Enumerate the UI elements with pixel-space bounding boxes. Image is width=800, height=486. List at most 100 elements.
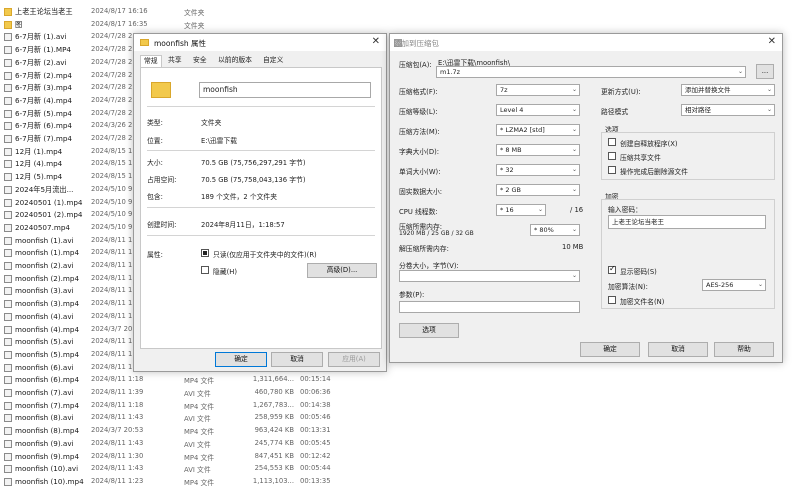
file-date: 2024/8/11 1 (91, 337, 133, 346)
list-item[interactable]: moonfish (9).mp4 2024/8/11 1:30 MP4 文件 847,… (0, 451, 340, 464)
close-icon[interactable]: ✕ (372, 36, 380, 47)
level-value: Level 4 (500, 106, 524, 114)
archive-titlebar[interactable]: 添加到压缩包 ✕ (390, 34, 782, 51)
path-mode-select[interactable]: 相对路径 ⌄ (681, 104, 775, 116)
browse-button[interactable]: ... (756, 64, 774, 79)
tab-security[interactable]: 安全 (190, 55, 210, 67)
split-size-select[interactable]: ⌄ (399, 270, 580, 282)
encrypt-names-checkbox[interactable] (608, 296, 616, 304)
file-date: 2024/8/11 1 (91, 248, 133, 257)
properties-title: moonfish 属性 (154, 39, 207, 48)
file-date: 2024/7/28 2 (91, 45, 133, 54)
word-size-select[interactable]: * 32 ⌄ (496, 164, 580, 176)
ok-button[interactable]: 确定 (215, 352, 267, 367)
folder-name-input[interactable]: moonfish (199, 82, 371, 98)
update-mode-value: 添加并替换文件 (685, 86, 731, 94)
list-item[interactable]: moonfish (7).avi 2024/8/11 1:39 AVI 文件 460,… (0, 387, 340, 400)
tab-sharing[interactable]: 共享 (165, 55, 185, 67)
close-icon[interactable]: ✕ (768, 36, 776, 47)
list-item[interactable]: moonfish (10).avi 2024/8/11 1:43 AVI 文件 254… (0, 463, 340, 476)
file-icon (4, 135, 12, 143)
archive-name-input[interactable]: m1.7z ⌄ (436, 66, 746, 78)
divider (147, 150, 375, 151)
readonly-label: 只读(仅应用于文件夹中的文件)(R) (213, 251, 317, 259)
file-date: 2024/7/28 2 (91, 108, 133, 117)
file-duration: 00:14:38 (300, 400, 331, 409)
file-icon (4, 211, 12, 220)
delete-after-checkbox[interactable] (608, 166, 616, 174)
encrypt-names-label: 加密文件名(N) (620, 298, 665, 306)
method-select[interactable]: * LZMA2 [std] ⌄ (496, 124, 580, 136)
file-date: 2024/8/11 1:30 (91, 451, 144, 460)
list-item[interactable]: moonfish (8).mp4 2024/3/7 20:53 MP4 文件 963,… (0, 425, 340, 438)
file-icon (4, 160, 12, 169)
list-item[interactable]: 图 2024/8/17 16:35 文件夹 (0, 19, 340, 32)
file-duration: 00:12:42 (300, 451, 331, 460)
list-item[interactable]: moonfish (8).avi 2024/8/11 1:43 AVI 文件 258,… (0, 412, 340, 425)
file-date: 2024/8/11 1 (91, 299, 133, 308)
file-icon (4, 338, 12, 347)
file-duration: 00:06:36 (300, 388, 331, 396)
file-date: 2024/7/28 2 (91, 95, 133, 104)
create-sfx-checkbox[interactable] (608, 138, 616, 146)
level-select[interactable]: Level 4 ⌄ (496, 104, 580, 116)
memory-percent-select[interactable]: * 80% ⌄ (530, 224, 580, 236)
file-name: 上老王论坛当老王 (15, 7, 73, 16)
file-date: 2024/8/11 1:43 (91, 438, 144, 447)
file-name: 图 (15, 19, 23, 29)
tab-previous-versions[interactable]: 以前的版本 (215, 55, 255, 67)
tab-customize[interactable]: 自定义 (260, 55, 286, 67)
word-size-label: 单词大小(W): (399, 168, 441, 176)
file-name: 6-7月新 (3).mp4 (15, 83, 73, 93)
file-icon (4, 249, 12, 258)
file-icon (4, 274, 12, 283)
list-item[interactable]: moonfish (7).mp4 2024/8/11 1:18 MP4 文件 1,26… (0, 400, 340, 413)
file-date: 2024/8/15 1 (91, 159, 133, 168)
list-item[interactable]: moonfish (9).avi 2024/8/11 1:43 AVI 文件 245,… (0, 438, 340, 451)
show-password-checkbox[interactable] (608, 264, 616, 274)
params-input[interactable] (399, 301, 580, 313)
readonly-checkbox[interactable] (201, 249, 209, 257)
solid-size-select[interactable]: * 2 GB ⌄ (496, 184, 580, 196)
file-name: 6-7月新 (5).mp4 (15, 108, 73, 118)
file-name: moonfish (2).mp4 (15, 273, 80, 283)
options-button[interactable]: 选项 (399, 323, 459, 338)
format-select[interactable]: 7z ⌄ (496, 84, 580, 96)
file-duration: 00:05:44 (300, 464, 331, 473)
file-name: moonfish (3).mp4 (15, 299, 80, 309)
cpu-threads-select[interactable]: * 16 ⌄ (496, 204, 546, 216)
help-button[interactable]: 帮助 (714, 342, 774, 357)
cancel-button[interactable]: 取消 (271, 352, 323, 367)
apply-button[interactable]: 应用(A) (328, 352, 380, 367)
cancel-button[interactable]: 取消 (648, 342, 708, 357)
file-icon (4, 96, 12, 105)
file-icon (4, 325, 12, 334)
properties-titlebar[interactable]: moonfish 属性 ✕ (134, 34, 386, 51)
dict-size-select[interactable]: * 8 MB ⌄ (496, 144, 580, 156)
list-item[interactable]: moonfish (6).mp4 2024/8/11 1:18 MP4 文件 1,31… (0, 374, 340, 387)
file-name: moonfish (3).avi (15, 286, 74, 296)
delete-after-label: 操作完成后删除源文件 (620, 168, 688, 176)
chevron-down-icon: ⌄ (571, 166, 577, 173)
update-mode-select[interactable]: 添加并替换文件 ⌄ (681, 84, 775, 96)
compress-shared-checkbox[interactable] (608, 152, 616, 160)
ok-button[interactable]: 确定 (580, 342, 640, 357)
list-item[interactable]: 上老王论坛当老王 2024/8/17 16:16 文件夹 (0, 6, 340, 19)
file-name: 6-7月新 (1).avi (15, 32, 67, 42)
advanced-button[interactable]: 高级(D)... (307, 263, 377, 278)
file-size: 1,311,664... (252, 375, 294, 384)
password-input[interactable]: 上老王论坛当老王 (608, 215, 766, 229)
hidden-checkbox[interactable] (201, 266, 209, 274)
file-icon (4, 33, 12, 42)
list-item[interactable]: moonfish (10).mp4 2024/8/11 1:23 MP4 文件 1,1… (0, 476, 340, 486)
file-icon (4, 122, 12, 131)
level-label: 压缩等级(L): (399, 108, 438, 116)
file-icon (4, 198, 12, 207)
encryption-method-select[interactable]: AES-256 ⌄ (702, 279, 766, 291)
file-date: 2024/8/15 1 (91, 146, 133, 155)
created-value: 2024年8月11日，1:18:57 (201, 221, 285, 229)
folder-icon (4, 8, 12, 16)
tab-general[interactable]: 常规 (140, 55, 162, 67)
file-date: 2024/8/11 1:18 (91, 375, 144, 384)
update-mode-label: 更新方式(U): (601, 88, 641, 96)
